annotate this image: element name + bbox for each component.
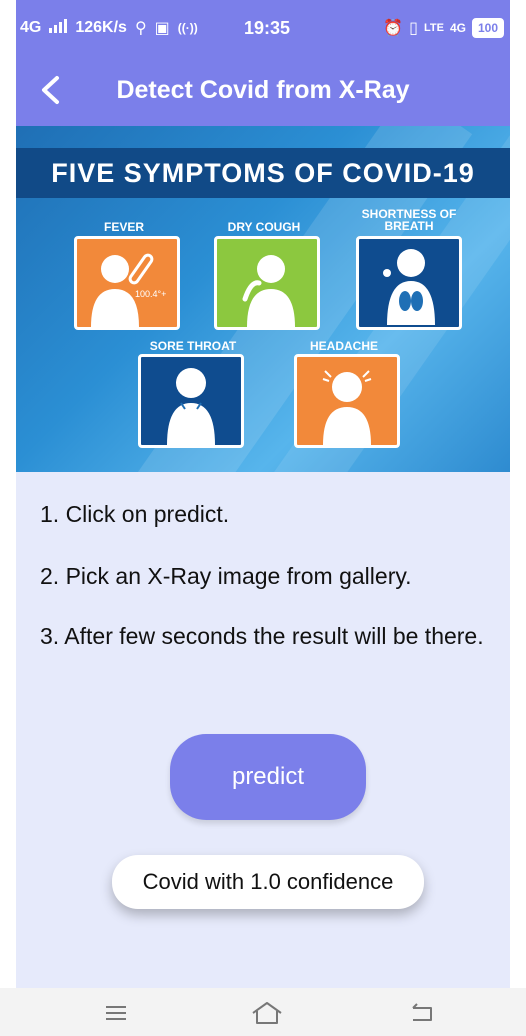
instruction-step-1: 1. Click on predict. <box>40 501 230 527</box>
status-bar: 4G 126K/s ⚲ ▣ ((·)) 19:35 ⏰ ▯ LTE 4G 100 <box>16 0 510 60</box>
breath-icon <box>356 236 462 330</box>
symptoms-banner: FIVE SYMPTOMS OF COVID-19 FEVER 100.4°+ … <box>16 126 510 472</box>
symptom-label-shortness-of-breath: SHORTNESS OF BREATH <box>361 207 457 233</box>
app-bar: Detect Covid from X-Ray <box>16 60 510 126</box>
home-icon <box>252 1002 282 1024</box>
app-screen: 4G 126K/s ⚲ ▣ ((·)) 19:35 ⏰ ▯ LTE 4G 100 <box>16 0 510 1036</box>
instruction-step-3: 3. After few seconds the result will be … <box>40 623 484 649</box>
banner-title: FIVE SYMPTOMS OF COVID-19 <box>51 157 475 188</box>
result-text: Covid with 1.0 confidence <box>142 869 394 894</box>
predict-button-label: predict <box>231 763 305 790</box>
headache-icon <box>294 354 400 448</box>
cough-icon <box>214 236 320 330</box>
instruction-step-2: 2. Pick an X-Ray image from gallery. <box>40 563 412 589</box>
signal-icon <box>49 18 68 38</box>
throat-icon <box>138 354 244 448</box>
battery-icon: 100 <box>471 18 504 38</box>
hotspot-icon: ((·)) <box>177 21 198 35</box>
return-icon <box>412 1003 432 1021</box>
system-nav-bar <box>0 988 526 1036</box>
battery-level: 100 <box>477 21 498 35</box>
symptom-label-headache: HEADACHE <box>309 339 378 353</box>
vibrate-icon: ▯ <box>409 20 418 37</box>
volte-label: LTE <box>423 22 444 34</box>
notification-icon: ▣ <box>154 20 170 37</box>
fever-reading: 100.4°+ <box>135 289 166 299</box>
page-title: Detect Covid from X-Ray <box>116 76 410 104</box>
result-toast: Covid with 1.0 confidence <box>112 855 424 909</box>
symptom-label-sore-throat: SORE THROAT <box>149 339 237 353</box>
symptom-label-dry-cough: DRY COUGH <box>227 220 301 234</box>
clock: 19:35 <box>244 18 291 38</box>
home-button[interactable] <box>247 998 287 1028</box>
predict-button[interactable]: predict <box>170 734 366 820</box>
menu-button[interactable] <box>96 998 136 1028</box>
network-type: 4G <box>20 19 42 36</box>
fever-icon: 100.4°+ <box>74 236 180 330</box>
usb-icon: ⚲ <box>134 20 147 37</box>
net-badge: 4G <box>449 21 466 35</box>
back-nav-button[interactable] <box>402 998 442 1028</box>
symptom-label-fever: FEVER <box>103 220 144 234</box>
network-speed: 126K/s <box>75 19 127 36</box>
banner-title-bar: FIVE SYMPTOMS OF COVID-19 <box>16 148 510 198</box>
menu-icon <box>106 1006 126 1020</box>
alarm-icon: ⏰ <box>383 20 404 37</box>
